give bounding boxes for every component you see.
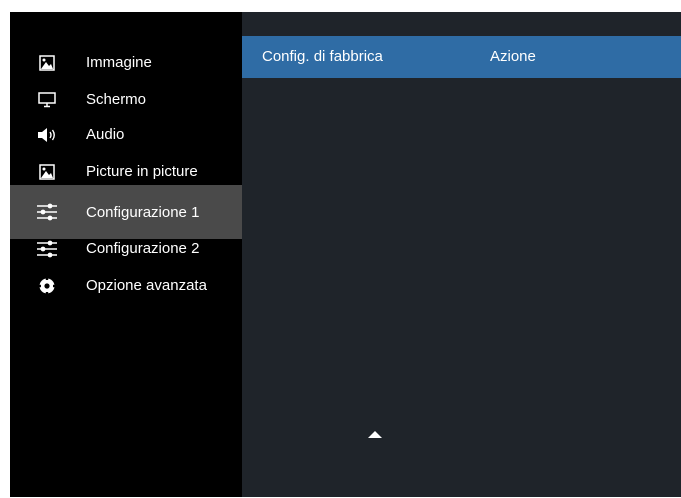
sidebar-item-audio[interactable]: Audio — [10, 116, 242, 153]
scroll-up-arrow-icon[interactable] — [368, 431, 382, 438]
sidebar-item-label: Configurazione 2 — [86, 240, 200, 257]
sidebar-item-label: Schermo — [86, 91, 147, 108]
sidebar-menu: Immagine Schermo Audio Picture in pictur… — [10, 12, 242, 497]
sidebar-item-label: Opzione avanzata — [86, 277, 207, 294]
sidebar-item-immagine[interactable]: Immagine — [10, 44, 242, 81]
gear-icon — [36, 276, 58, 295]
setting-value: Azione — [490, 48, 536, 65]
setting-name: Config. di fabbrica — [262, 48, 383, 65]
sliders-icon — [36, 240, 58, 258]
osd-screen: Immagine Schermo Audio Picture in pictur… — [10, 12, 681, 497]
picture-icon — [36, 163, 58, 181]
sidebar-item-label: Configurazione 1 — [86, 203, 200, 221]
sidebar-item-configurazione-2[interactable]: Configurazione 2 — [10, 230, 242, 267]
sidebar-item-opzione-avanzata[interactable]: Opzione avanzata — [10, 267, 242, 304]
speaker-icon — [36, 126, 58, 144]
sidebar-item-label: Audio — [86, 126, 125, 143]
monitor-icon — [36, 91, 58, 109]
sidebar-item-label: Picture in picture — [86, 163, 198, 180]
settings-panel: Config. di fabbrica Azione — [242, 12, 681, 497]
sliders-icon — [36, 203, 58, 221]
selected-setting-row[interactable]: Config. di fabbrica Azione — [242, 36, 681, 78]
picture-icon — [36, 54, 58, 72]
sidebar-item-label: Immagine — [86, 54, 152, 71]
sidebar-item-schermo[interactable]: Schermo — [10, 81, 242, 118]
